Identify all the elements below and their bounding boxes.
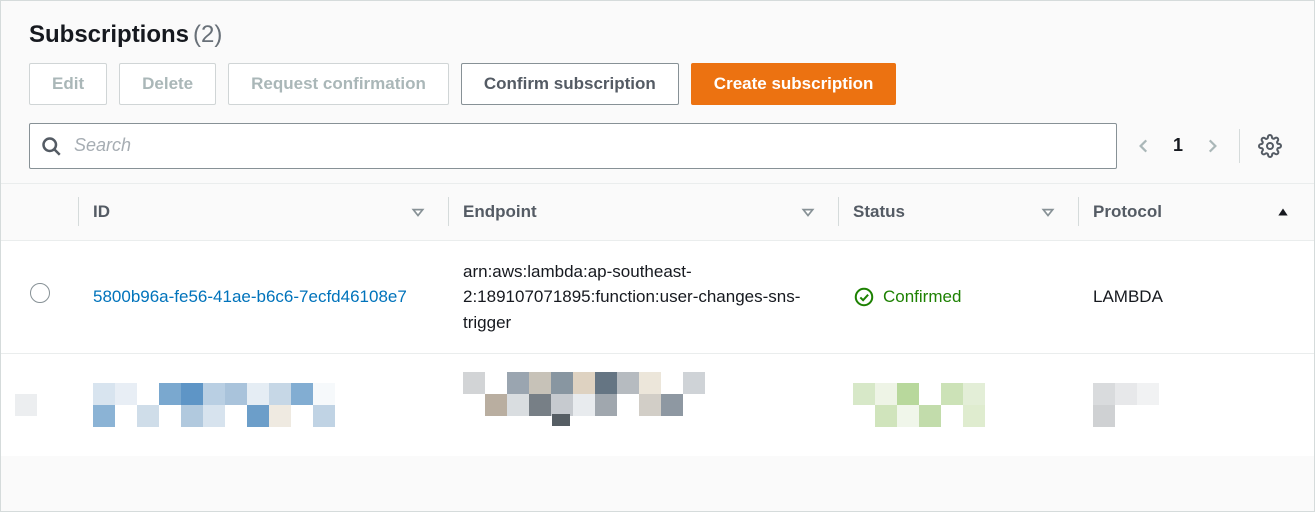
protocol-cell-redacted <box>1079 354 1314 457</box>
protocol-column-header[interactable]: Protocol <box>1079 184 1314 241</box>
table-row[interactable]: 5800b96a-fe56-41ae-b6c6-7ecfd46108e7 arn… <box>1 240 1314 354</box>
row-select-cell[interactable] <box>1 240 79 354</box>
id-cell-redacted <box>79 354 449 457</box>
status-cell: Confirmed <box>839 240 1079 354</box>
endpoint-cell-redacted <box>449 354 839 457</box>
subscriptions-table: ID Endpoint <box>1 184 1314 457</box>
status-header-label: Status <box>853 202 905 222</box>
protocol-header-label: Protocol <box>1093 202 1162 222</box>
next-page-button[interactable] <box>1203 137 1221 155</box>
sort-icon <box>1041 205 1055 219</box>
status-cell-redacted <box>839 354 1079 457</box>
panel-count: (2) <box>193 21 222 49</box>
confirm-subscription-button[interactable]: Confirm subscription <box>461 63 679 105</box>
request-confirmation-button[interactable]: Request confirmation <box>228 63 449 105</box>
subscriptions-table-wrapper: ID Endpoint <box>1 183 1314 457</box>
sort-icon <box>411 205 425 219</box>
sort-asc-icon <box>1276 205 1290 219</box>
search-box <box>29 123 1117 169</box>
create-subscription-button[interactable]: Create subscription <box>691 63 897 105</box>
subscription-id-link[interactable]: 5800b96a-fe56-41ae-b6c6-7ecfd46108e7 <box>93 287 407 306</box>
title-row: Subscriptions (2) <box>29 21 1286 49</box>
subscriptions-panel: Subscriptions (2) Edit Delete Request co… <box>0 0 1315 512</box>
status-column-header[interactable]: Status <box>839 184 1079 241</box>
panel-title: Subscriptions <box>29 21 189 49</box>
search-row: 1 <box>29 123 1286 169</box>
success-icon <box>853 286 875 308</box>
select-column-header <box>1 184 79 241</box>
action-button-row: Edit Delete Request confirmation Confirm… <box>29 63 1286 105</box>
sort-icon <box>801 205 815 219</box>
edit-button[interactable]: Edit <box>29 63 107 105</box>
row-select-cell-redacted <box>1 354 79 457</box>
search-icon <box>41 136 61 156</box>
protocol-cell: LAMBDA <box>1079 240 1314 354</box>
id-column-header[interactable]: ID <box>79 184 449 241</box>
settings-button[interactable] <box>1258 134 1286 158</box>
panel-header: Subscriptions (2) Edit Delete Request co… <box>1 21 1314 183</box>
prev-page-button[interactable] <box>1135 137 1153 155</box>
paginator: 1 <box>1135 135 1221 156</box>
status-text: Confirmed <box>883 284 961 310</box>
toolbar-divider <box>1239 129 1240 163</box>
endpoint-header-label: Endpoint <box>463 202 537 222</box>
endpoint-column-header[interactable]: Endpoint <box>449 184 839 241</box>
search-input[interactable] <box>29 123 1117 169</box>
delete-button[interactable]: Delete <box>119 63 216 105</box>
id-cell: 5800b96a-fe56-41ae-b6c6-7ecfd46108e7 <box>79 240 449 354</box>
endpoint-cell: arn:aws:lambda:ap-southeast-2:1891070718… <box>449 240 839 354</box>
table-header-row: ID Endpoint <box>1 184 1314 241</box>
table-row-redacted <box>1 354 1314 457</box>
page-number: 1 <box>1167 135 1189 156</box>
id-header-label: ID <box>93 202 110 222</box>
radio-icon[interactable] <box>30 283 50 303</box>
